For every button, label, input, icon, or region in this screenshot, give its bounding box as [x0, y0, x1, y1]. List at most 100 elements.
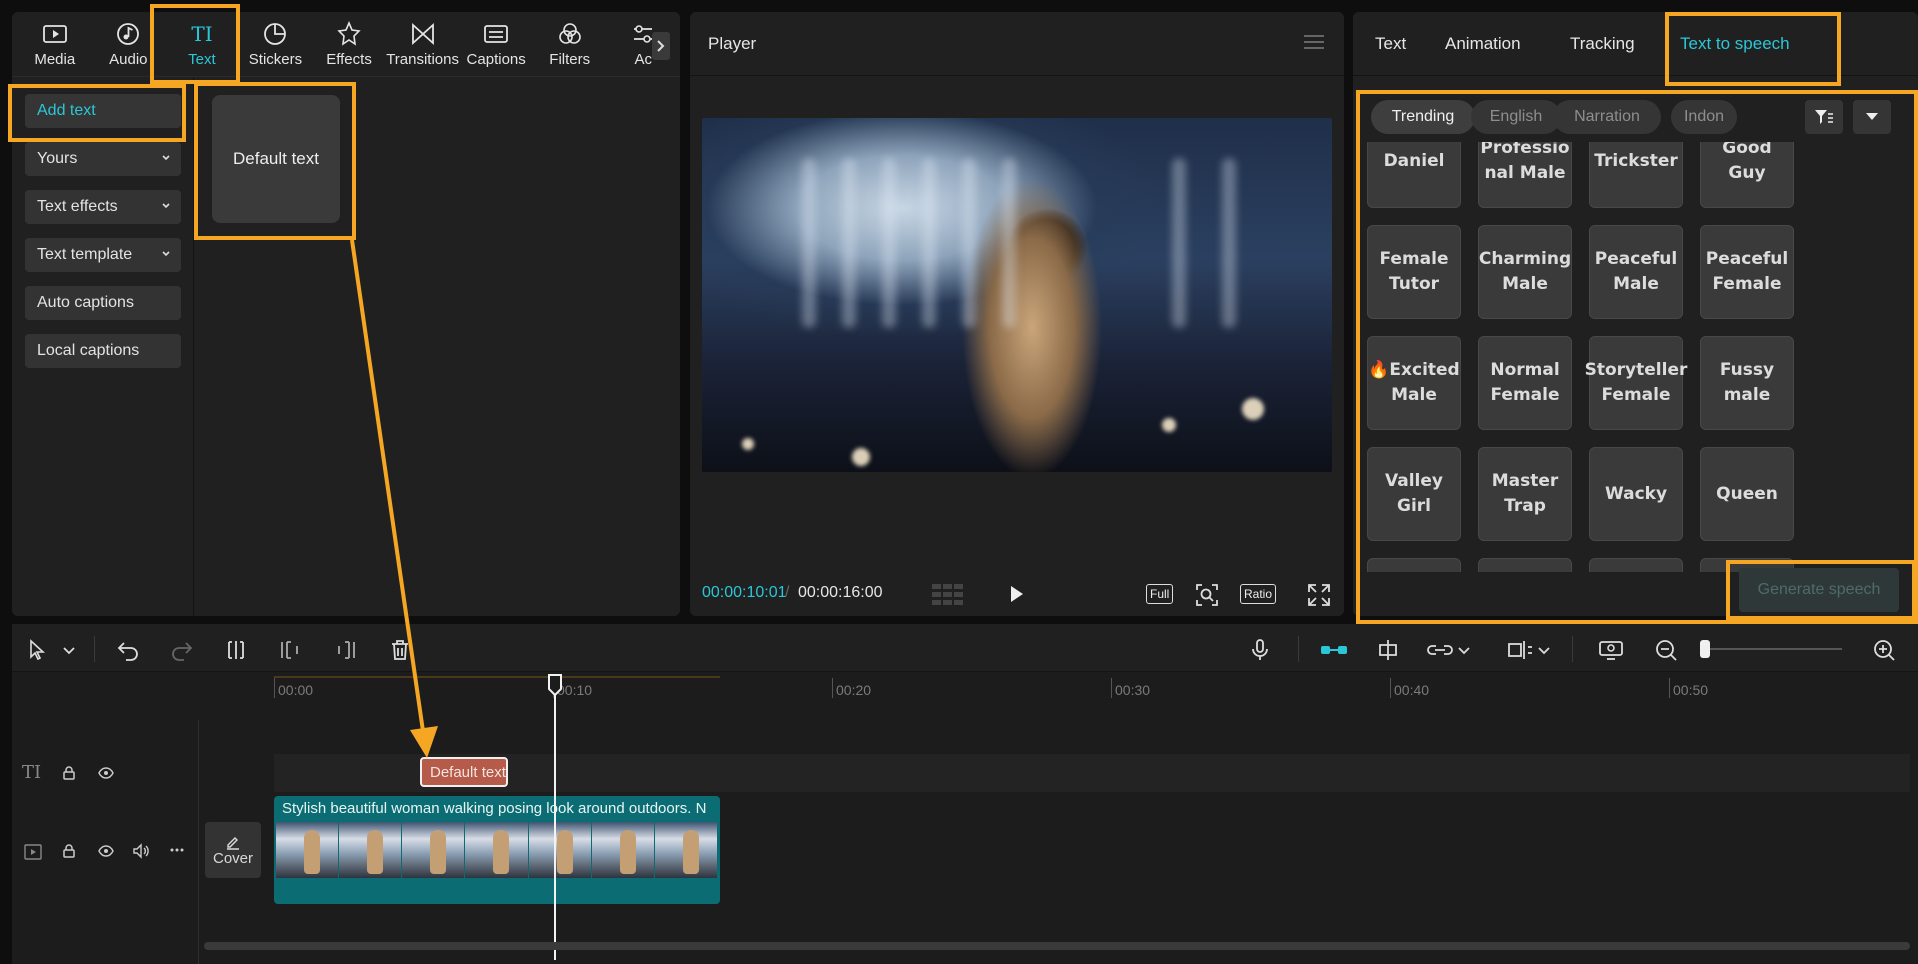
tool-stickers[interactable]: Stickers [239, 12, 313, 76]
speaker-icon[interactable] [132, 843, 150, 859]
cover-button[interactable]: Cover [205, 822, 261, 878]
timecode-grid-icon[interactable] [932, 582, 964, 606]
voice-option[interactable]: Peaceful Male [1589, 225, 1683, 319]
voice-option[interactable]: Charming Male [1478, 225, 1572, 319]
tool-filters[interactable]: Filters [533, 12, 607, 76]
undo-icon[interactable] [116, 638, 140, 662]
fullscreen-icon[interactable] [1308, 584, 1330, 606]
eye-icon[interactable] [98, 766, 114, 780]
zoom-preview-icon[interactable] [1196, 584, 1218, 606]
voice-option-label: Storyteller Female [1584, 360, 1688, 405]
more-options-icon[interactable] [170, 848, 184, 852]
select-cursor-icon[interactable] [26, 638, 50, 662]
tool-captions[interactable]: Captions [459, 12, 533, 76]
zoom-out-icon[interactable] [1654, 638, 1678, 662]
trim-right-icon[interactable] [334, 638, 358, 662]
voice-option[interactable]: Good Guy [1700, 142, 1794, 208]
split-icon[interactable] [224, 638, 248, 662]
text-clip[interactable]: Default text [420, 757, 508, 787]
magnet-snap-icon[interactable] [1320, 638, 1348, 662]
zoom-in-icon[interactable] [1872, 638, 1896, 662]
side-nav-label: Local captions [37, 342, 140, 359]
timeline-ruler[interactable]: 00:00 00:10 00:20 00:30 00:40 00:50 [274, 676, 1918, 706]
tool-transitions[interactable]: Transitions [386, 12, 460, 76]
chevron-down-icon[interactable] [1458, 638, 1470, 662]
generate-speech-button[interactable]: Generate speech [1739, 568, 1899, 612]
tool-text[interactable]: TI Text [165, 12, 239, 76]
timeline-horizontal-scrollbar[interactable] [204, 942, 1910, 950]
trim-left-icon[interactable] [278, 638, 302, 662]
lock-icon[interactable] [62, 766, 76, 780]
side-nav-item-add-text[interactable]: Add text [25, 94, 181, 128]
player-header: Player [690, 12, 1344, 76]
tab-animation[interactable]: Animation [1445, 34, 1521, 54]
voice-option[interactable] [1589, 558, 1683, 572]
voice-option-label: Valley Girl [1385, 471, 1443, 516]
fit-timeline-icon[interactable] [1598, 638, 1626, 662]
tab-tracking[interactable]: Tracking [1570, 34, 1635, 54]
voice-option[interactable] [1478, 558, 1572, 572]
auto-align-icon[interactable] [1376, 638, 1400, 662]
video-thumbnail [402, 822, 465, 878]
filter-chip-english[interactable]: English [1471, 100, 1561, 134]
playhead-handle-icon[interactable] [547, 674, 563, 696]
voice-option[interactable] [1367, 558, 1461, 572]
playhead[interactable] [554, 674, 556, 960]
voice-filter-button[interactable] [1805, 100, 1843, 134]
voice-option[interactable]: Female Tutor [1367, 225, 1461, 319]
voice-option[interactable]: Queen [1700, 447, 1794, 541]
player-panel: Player 00:00:10:01 / 00:00:16:00 Full Ra… [690, 12, 1344, 616]
chevron-down-icon[interactable] [1538, 638, 1550, 662]
video-clip[interactable]: Stylish beautiful woman walking posing l… [274, 796, 720, 904]
voice-option[interactable]: Trickster [1589, 142, 1683, 208]
tool-audio[interactable]: Audio [92, 12, 166, 76]
asset-toolbar: Media Audio TI Text Stickers Effects Transitio… [12, 12, 680, 76]
tool-media[interactable]: Media [18, 12, 92, 76]
voice-option[interactable]: Peaceful Female [1700, 225, 1794, 319]
toolbar-scroll-right-button[interactable] [652, 32, 670, 60]
filter-chip-indon[interactable]: Indon [1671, 100, 1737, 134]
voice-option[interactable]: Master Trap [1478, 447, 1572, 541]
eye-icon[interactable] [98, 844, 114, 858]
link-icon[interactable] [1426, 638, 1454, 662]
voice-category-dropdown[interactable] [1853, 100, 1891, 134]
tab-text[interactable]: Text [1375, 34, 1406, 54]
zoom-slider-handle[interactable] [1700, 640, 1710, 658]
microphone-icon[interactable] [1248, 638, 1272, 662]
side-nav-item-auto-captions[interactable]: Auto captions [25, 286, 181, 320]
redo-icon[interactable] [170, 638, 194, 662]
filter-chip-narration[interactable]: Narration [1553, 100, 1661, 134]
video-scene-detail [1162, 418, 1176, 432]
filter-chip-trending[interactable]: Trending [1371, 100, 1475, 134]
video-preview[interactable] [702, 118, 1332, 472]
tool-effects[interactable]: Effects [312, 12, 386, 76]
side-nav-item-text-template[interactable]: Text template [25, 238, 181, 272]
preview-axis-icon[interactable] [1506, 638, 1534, 662]
video-thumbnail [528, 822, 591, 878]
voice-option[interactable]: Professio nal Male [1478, 142, 1572, 208]
side-nav-item-yours[interactable]: Yours [25, 142, 181, 176]
zoom-slider[interactable] [1700, 640, 1842, 658]
lock-icon[interactable] [62, 844, 76, 858]
chevron-down-icon [162, 203, 170, 209]
play-icon[interactable] [1006, 584, 1026, 604]
voice-option[interactable]: Daniel [1367, 142, 1461, 208]
voice-option[interactable]: Storyteller Female [1585, 336, 1687, 430]
aspect-ratio-button[interactable]: Ratio [1240, 584, 1277, 604]
full-quality-button[interactable]: Full [1146, 584, 1174, 604]
voice-option[interactable]: Fussy male [1700, 336, 1794, 430]
chevron-down-icon[interactable] [62, 638, 76, 662]
voice-option[interactable]: Valley Girl [1367, 447, 1461, 541]
tool-label: Effects [326, 50, 372, 68]
video-scene-detail [842, 158, 856, 328]
voice-option[interactable]: Wacky [1589, 447, 1683, 541]
side-nav-item-text-effects[interactable]: Text effects [25, 190, 181, 224]
delete-icon[interactable] [388, 638, 412, 662]
properties-panel: Text Animation Tracking Text to speech Tren… [1353, 12, 1918, 616]
tab-text-to-speech[interactable]: Text to speech [1680, 34, 1790, 54]
hamburger-menu-icon[interactable] [1304, 34, 1324, 50]
voice-option[interactable]: Normal Female [1478, 336, 1572, 430]
voice-option[interactable]: 🔥Excited Male [1367, 336, 1461, 430]
side-nav-item-local-captions[interactable]: Local captions [25, 334, 181, 368]
default-text-preset[interactable]: Default text [212, 95, 340, 223]
